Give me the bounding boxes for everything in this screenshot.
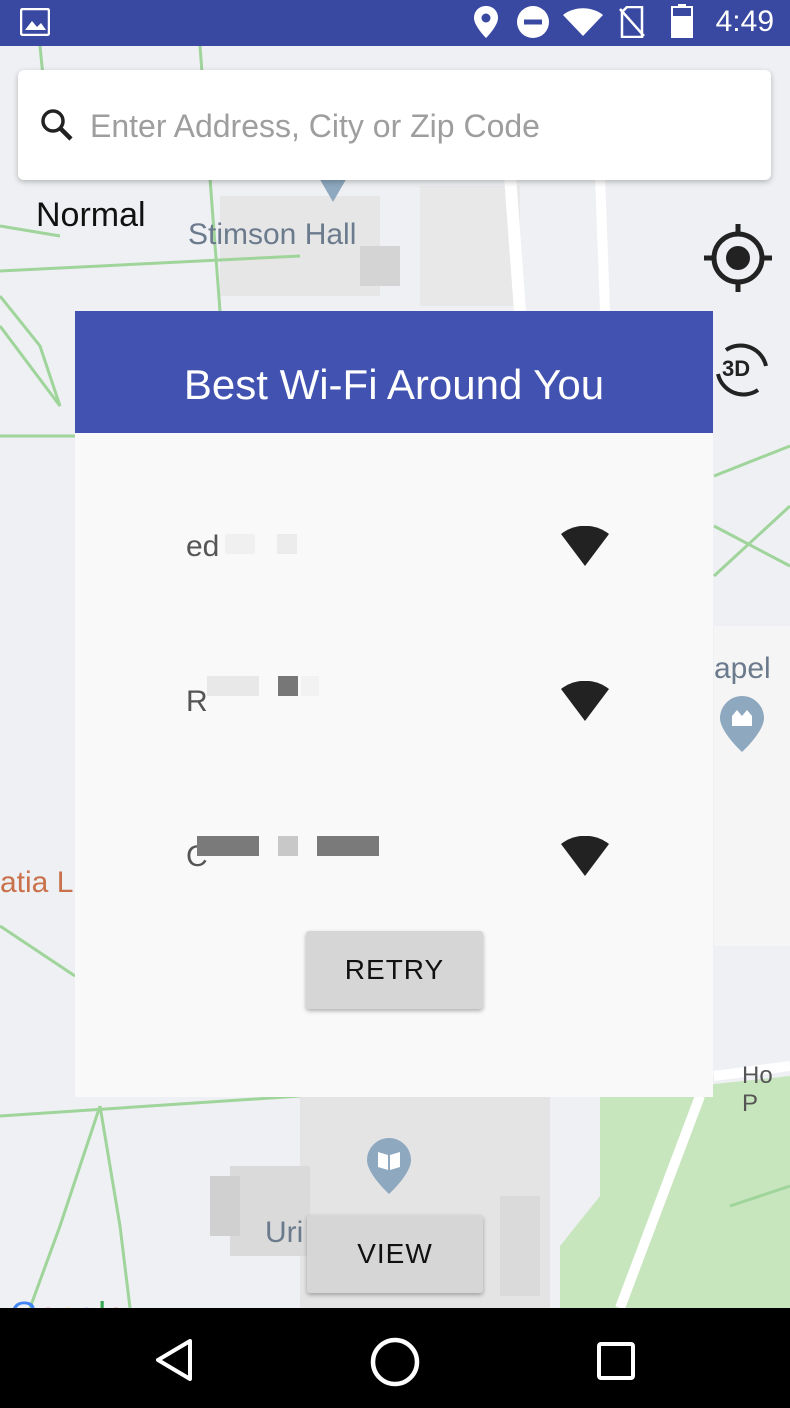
google-logo-letter: G <box>10 1294 38 1308</box>
wifi-signal-icon <box>561 680 609 721</box>
recents-icon[interactable] <box>597 1342 635 1385</box>
network-name: ed <box>186 530 220 563</box>
no-sim-icon <box>619 5 645 43</box>
map-label-uris: Uri <box>265 1216 304 1249</box>
dialog-title: Best Wi-Fi Around You <box>183 361 605 408</box>
google-logo-letter: l <box>98 1294 106 1308</box>
wifi-dialog: Best Wi-Fi Around You ed R C RETRY <box>75 311 713 1097</box>
3d-toggle-button[interactable]: 3D <box>712 338 772 402</box>
wifi-icon <box>563 8 603 41</box>
redacted-block <box>278 676 298 696</box>
wifi-signal-icon <box>561 835 609 876</box>
redacted-block <box>317 836 379 856</box>
dialog-header: Best Wi-Fi Around You <box>75 311 713 433</box>
network-name: R <box>186 685 208 718</box>
my-location-icon[interactable] <box>704 224 772 292</box>
image-icon <box>19 7 51 41</box>
navigation-bar <box>0 1308 790 1408</box>
view-button[interactable]: VIEW <box>307 1215 483 1293</box>
network-row[interactable]: C <box>75 806 713 906</box>
map-label-left: atia L <box>0 866 74 899</box>
status-time: 4:49 <box>715 5 774 38</box>
back-icon[interactable] <box>152 1338 196 1387</box>
3d-label: 3D <box>722 356 751 381</box>
google-logo: Google <box>10 1294 126 1308</box>
search-bar <box>18 70 771 180</box>
wifi-signal-icon <box>561 525 609 566</box>
redacted-block <box>207 676 259 696</box>
network-row[interactable]: R <box>75 651 713 751</box>
google-logo-letter: o <box>38 1294 58 1308</box>
google-logo-letter: o <box>58 1294 78 1308</box>
search-icon[interactable] <box>40 108 74 147</box>
google-logo-letter: g <box>78 1294 98 1308</box>
map-label-stimson-hall: Stimson Hall <box>188 218 357 251</box>
map-label-ho: Ho P <box>742 1062 773 1117</box>
redacted-block <box>197 836 259 856</box>
network-row[interactable]: ed <box>75 496 713 596</box>
redacted-block <box>277 534 297 554</box>
search-input[interactable] <box>88 100 732 152</box>
status-bar: 4:49 <box>0 0 790 46</box>
dnd-icon <box>517 6 549 43</box>
retry-button[interactable]: RETRY <box>306 931 483 1009</box>
battery-icon <box>671 4 693 43</box>
location-icon <box>474 6 498 43</box>
redacted-block <box>278 836 298 856</box>
map-label-chapel: apel <box>714 652 771 685</box>
map-type-label[interactable]: Normal <box>36 196 146 235</box>
home-icon[interactable] <box>369 1336 421 1393</box>
google-logo-letter: e <box>106 1294 126 1308</box>
redacted-block <box>301 676 319 696</box>
redacted-block <box>225 534 255 554</box>
